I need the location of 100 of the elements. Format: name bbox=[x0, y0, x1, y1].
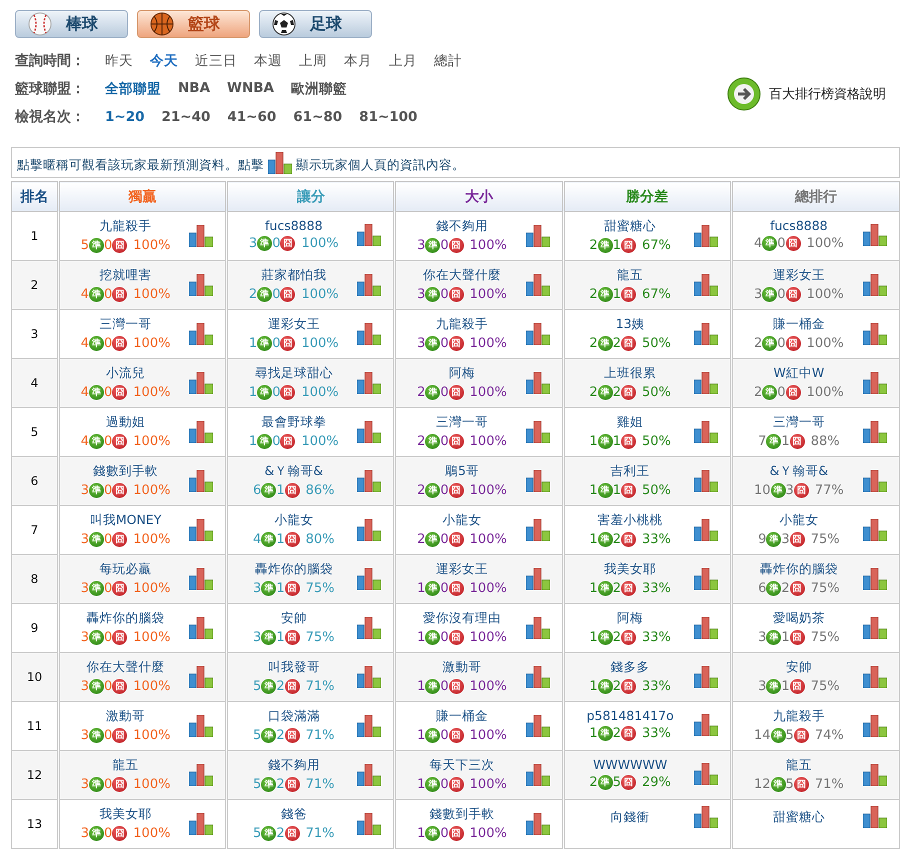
player-name-link[interactable]: 激動哥 bbox=[442, 659, 482, 676]
bar-chart-icon[interactable] bbox=[863, 616, 887, 638]
bar-chart-icon[interactable] bbox=[863, 322, 887, 344]
bar-chart-icon[interactable] bbox=[863, 372, 887, 394]
player-name-link[interactable]: 轟炸你的腦袋 bbox=[254, 561, 333, 578]
bar-chart-icon[interactable] bbox=[357, 666, 382, 688]
player-name-link[interactable]: 龍五 bbox=[617, 267, 644, 284]
bar-chart-icon[interactable] bbox=[863, 518, 887, 540]
player-name-link[interactable]: 過動姐 bbox=[106, 414, 146, 431]
filter-option[interactable]: 61~80 bbox=[293, 109, 342, 125]
bar-chart-icon[interactable] bbox=[526, 420, 550, 442]
player-name-link[interactable]: 小龍女 bbox=[779, 512, 818, 529]
bar-chart-icon[interactable] bbox=[357, 568, 382, 590]
player-name-link[interactable]: 每玩必贏 bbox=[100, 561, 152, 578]
player-name-link[interactable]: fucs8888 bbox=[770, 218, 828, 233]
bar-chart-icon[interactable] bbox=[863, 470, 887, 492]
bar-chart-icon[interactable] bbox=[357, 470, 382, 492]
bar-chart-icon[interactable] bbox=[694, 420, 718, 442]
bar-chart-icon[interactable] bbox=[189, 666, 214, 688]
player-name-link[interactable]: 吉利王 bbox=[610, 463, 650, 480]
player-name-link[interactable]: 三灣一哥 bbox=[100, 316, 152, 333]
sport-tab[interactable]: 棒球 bbox=[15, 10, 128, 38]
player-name-link[interactable]: 挖就哩害 bbox=[100, 267, 152, 284]
bar-chart-icon[interactable] bbox=[189, 372, 214, 394]
bar-chart-icon[interactable] bbox=[189, 812, 214, 834]
player-name-link[interactable]: 我美女耶 bbox=[604, 561, 656, 578]
player-name-link[interactable]: &Ｙ翰哥& bbox=[264, 463, 324, 480]
player-name-link[interactable]: 叫我發哥 bbox=[268, 659, 320, 676]
player-name-link[interactable]: 三灣一哥 bbox=[436, 414, 488, 431]
player-name-link[interactable]: 龍五 bbox=[786, 757, 812, 774]
bar-chart-icon[interactable] bbox=[526, 812, 550, 834]
filter-option[interactable]: 歐洲聯籃 bbox=[290, 80, 347, 98]
bar-chart-icon[interactable] bbox=[357, 224, 382, 246]
sport-tab[interactable]: 足球 bbox=[259, 10, 372, 38]
player-name-link[interactable]: 愛你沒有理由 bbox=[422, 610, 501, 627]
bar-chart-icon[interactable] bbox=[863, 274, 887, 296]
player-name-link[interactable]: 13姨 bbox=[616, 316, 645, 333]
player-name-link[interactable]: 叫我MONEY bbox=[90, 512, 162, 529]
bar-chart-icon[interactable] bbox=[526, 714, 550, 736]
player-name-link[interactable]: WWWWWW bbox=[593, 757, 668, 772]
player-name-link[interactable]: 安帥 bbox=[280, 610, 307, 627]
bar-chart-icon[interactable] bbox=[863, 764, 887, 786]
player-name-link[interactable]: 小龍女 bbox=[442, 512, 482, 529]
player-name-link[interactable]: 錢不夠用 bbox=[436, 218, 488, 235]
bar-chart-icon[interactable] bbox=[694, 806, 718, 828]
bar-chart-icon[interactable] bbox=[526, 764, 550, 786]
bar-chart-icon[interactable] bbox=[189, 568, 214, 590]
player-name-link[interactable]: 龍五 bbox=[112, 757, 139, 774]
bar-chart-icon[interactable] bbox=[189, 224, 214, 246]
bar-chart-icon[interactable] bbox=[357, 616, 382, 638]
player-name-link[interactable]: 賺一桶金 bbox=[772, 316, 825, 333]
bar-chart-icon[interactable] bbox=[357, 714, 382, 736]
player-name-link[interactable]: &Ｙ翰哥& bbox=[770, 463, 828, 480]
filter-option[interactable]: 總計 bbox=[434, 52, 462, 70]
filter-option[interactable]: 81~100 bbox=[359, 109, 418, 125]
player-name-link[interactable]: 運彩女王 bbox=[268, 316, 320, 333]
bar-chart-icon[interactable] bbox=[357, 420, 382, 442]
player-name-link[interactable]: 錢數到手軟 bbox=[429, 806, 494, 823]
filter-option[interactable]: 41~60 bbox=[227, 109, 276, 125]
sport-tab[interactable]: 籃球 bbox=[137, 10, 250, 38]
bar-chart-icon[interactable] bbox=[189, 714, 214, 736]
bar-chart-icon[interactable] bbox=[694, 372, 718, 394]
player-name-link[interactable]: 你在大聲什麼 bbox=[422, 267, 501, 284]
bar-chart-icon[interactable] bbox=[526, 470, 550, 492]
filter-option[interactable]: 本月 bbox=[344, 52, 372, 70]
player-name-link[interactable]: 錢不夠用 bbox=[268, 757, 320, 774]
player-name-link[interactable]: W紅中W bbox=[774, 365, 824, 382]
filter-option[interactable]: NBA bbox=[178, 80, 210, 98]
filter-option[interactable]: 昨天 bbox=[105, 52, 133, 70]
player-name-link[interactable]: 我美女耶 bbox=[100, 806, 152, 823]
bar-chart-icon[interactable] bbox=[694, 762, 718, 784]
player-name-link[interactable]: 阿梅 bbox=[448, 365, 475, 382]
player-name-link[interactable]: 最會野球拳 bbox=[261, 414, 326, 431]
player-name-link[interactable]: 九龍殺手 bbox=[436, 316, 488, 333]
player-name-link[interactable]: 錢數到手軟 bbox=[93, 463, 158, 480]
player-name-link[interactable]: 激動哥 bbox=[106, 708, 146, 725]
bar-chart-icon[interactable] bbox=[526, 274, 550, 296]
bar-chart-icon[interactable] bbox=[189, 518, 214, 540]
bar-chart-icon[interactable] bbox=[694, 274, 718, 296]
player-name-link[interactable]: 賺一桶金 bbox=[436, 708, 488, 725]
player-name-link[interactable]: 轟炸你的腦袋 bbox=[760, 561, 838, 578]
bar-chart-icon[interactable] bbox=[357, 322, 382, 344]
bar-chart-icon[interactable] bbox=[694, 666, 718, 688]
player-name-link[interactable]: 三灣一哥 bbox=[772, 414, 825, 431]
player-name-link[interactable]: 尋找足球甜心 bbox=[254, 365, 333, 382]
filter-option[interactable]: 21~40 bbox=[162, 109, 210, 125]
bar-chart-icon[interactable] bbox=[694, 224, 718, 246]
player-name-link[interactable]: 甜蜜糖心 bbox=[604, 218, 656, 235]
bar-chart-icon[interactable] bbox=[526, 224, 550, 246]
player-name-link[interactable]: 口袋滿滿 bbox=[268, 708, 320, 725]
filter-option[interactable]: 全部聯盟 bbox=[105, 80, 161, 98]
player-name-link[interactable]: 上班很累 bbox=[604, 365, 656, 382]
filter-option[interactable]: 1~20 bbox=[105, 109, 144, 125]
bar-chart-icon[interactable] bbox=[357, 518, 382, 540]
bar-chart-icon[interactable] bbox=[694, 616, 718, 638]
bar-chart-icon[interactable] bbox=[189, 470, 214, 492]
bar-chart-icon[interactable] bbox=[357, 274, 382, 296]
player-name-link[interactable]: 小龍女 bbox=[274, 512, 314, 529]
player-name-link[interactable]: 錢爸 bbox=[280, 806, 307, 823]
ranking-rules-link[interactable]: 百大排行榜資格說明 bbox=[727, 77, 886, 111]
